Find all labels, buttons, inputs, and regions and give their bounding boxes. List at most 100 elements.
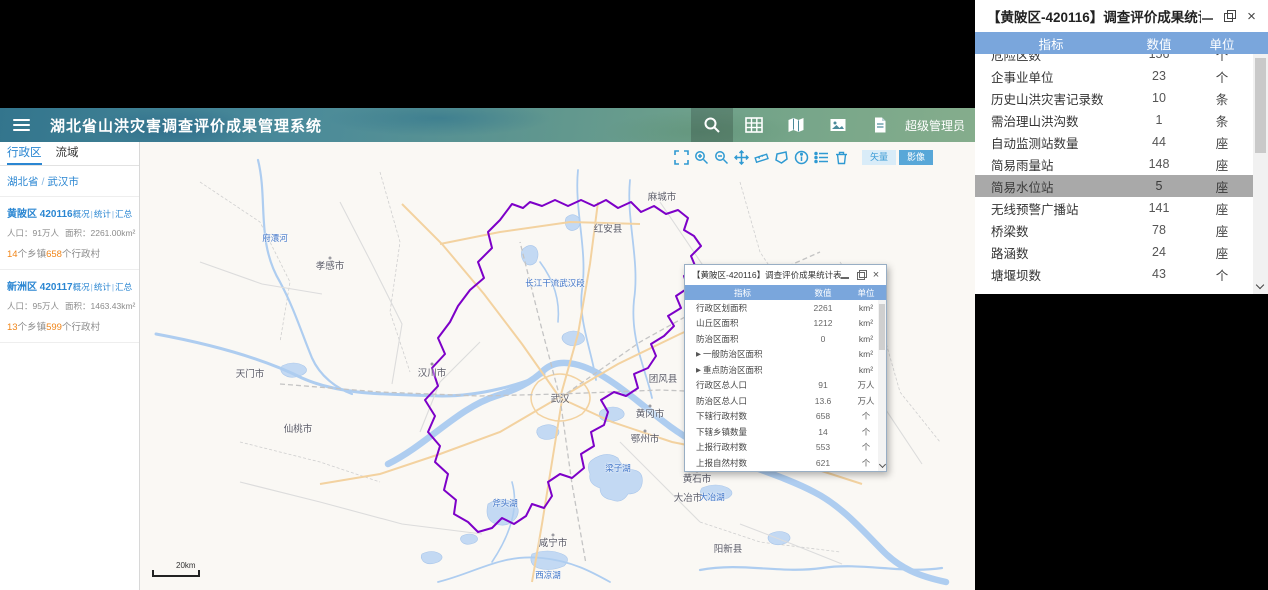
- identify-icon[interactable]: [793, 149, 810, 166]
- close-icon[interactable]: ×: [871, 269, 881, 280]
- table-row[interactable]: 上报行政村数 553 个: [685, 440, 886, 456]
- row-value: 24: [1152, 245, 1166, 259]
- minimize-icon[interactable]: [1201, 10, 1214, 23]
- row-value: 91: [818, 380, 828, 391]
- dialog-title: 【黄陂区-420116】调查评价成果统计表: [692, 270, 841, 280]
- breadcrumb-separator: /: [41, 176, 45, 188]
- dialog-titlebar[interactable]: 【黄陂区-420116】调查评价成果统计表 ×: [685, 265, 886, 285]
- panel-scrollbar[interactable]: [1253, 54, 1268, 294]
- row-label: 简易雨量站: [991, 158, 1054, 173]
- sidebar-tab[interactable]: 行政区: [7, 142, 42, 165]
- table-row[interactable]: 上报自然村数 621 个: [685, 455, 886, 471]
- table-row[interactable]: 危险区数 156 个: [975, 54, 1253, 65]
- row-label: 需治理山洪沟数: [991, 114, 1079, 129]
- breadcrumb-city-link[interactable]: 武汉市: [47, 176, 79, 188]
- row-value: 10: [1152, 91, 1166, 105]
- dialog-scrollbar[interactable]: [878, 300, 887, 471]
- link-separator: |: [111, 282, 115, 292]
- sidebar-tab[interactable]: 流域: [56, 142, 79, 165]
- header-toolbar: 超级管理员: [690, 108, 975, 142]
- column-unit: 单位: [857, 287, 875, 298]
- panel-title: 【黄陂区-420116】调查评价成果统计表: [987, 10, 1201, 25]
- table-row[interactable]: ▶ 一般防治区面积 km²: [685, 347, 886, 363]
- measure-icon[interactable]: [753, 149, 770, 166]
- table-row[interactable]: 企事业单位 23 个: [975, 65, 1253, 87]
- row-label: 山丘区面积: [696, 318, 739, 329]
- table-row[interactable]: 下辖乡镇数量 14 个: [685, 424, 886, 440]
- restore-icon[interactable]: [1223, 9, 1236, 23]
- table-row[interactable]: 简易水位站 5 座: [975, 175, 1253, 197]
- scroll-down-icon[interactable]: [878, 460, 887, 468]
- district-links: 概况|统计|汇总: [73, 281, 132, 293]
- map-icon[interactable]: [775, 108, 817, 142]
- district-name-link[interactable]: 黄陂区 420116: [7, 205, 73, 220]
- legend-icon[interactable]: [813, 149, 830, 166]
- table-icon[interactable]: [733, 108, 775, 142]
- expand-arrow-icon[interactable]: ▶: [685, 366, 701, 374]
- panel-titlebar[interactable]: 【黄陂区-420116】调查评价成果统计表 ×: [975, 0, 1268, 32]
- row-unit: 座: [1215, 136, 1229, 151]
- district-statistics-link[interactable]: 统计: [94, 282, 111, 292]
- table-row[interactable]: 防治区面积 0 km²: [685, 331, 886, 347]
- scroll-down-icon[interactable]: [1255, 280, 1265, 290]
- map-city-label: 黄石市: [682, 474, 712, 485]
- scrollbar-thumb[interactable]: [879, 304, 885, 350]
- polygon-select-icon[interactable]: [773, 149, 790, 166]
- table-row[interactable]: 行政区划面积 2261 km²: [685, 300, 886, 316]
- table-row[interactable]: 历史山洪灾害记录数 10 条: [975, 87, 1253, 109]
- sidebar-tabs: 行政区 流域: [0, 142, 139, 166]
- full-extent-icon[interactable]: [673, 149, 690, 166]
- map-water-label: 长江干流武汉段: [525, 278, 585, 288]
- user-name[interactable]: 超级管理员: [905, 117, 965, 134]
- district-overview-link[interactable]: 概况: [73, 282, 90, 292]
- district-statistics-link[interactable]: 统计: [94, 209, 111, 219]
- zoom-out-icon[interactable]: [713, 149, 730, 166]
- menu-icon[interactable]: [13, 116, 30, 134]
- table-row[interactable]: 简易雨量站 148 座: [975, 153, 1253, 175]
- table-row[interactable]: 需治理山洪沟数 1 条: [975, 109, 1253, 131]
- map-city-label: 大冶市: [673, 493, 703, 504]
- app-header: 湖北省山洪灾害调查评价成果管理系统 超级管理员: [0, 108, 975, 142]
- district-summary-link[interactable]: 汇总: [115, 209, 132, 219]
- table-row[interactable]: ▶ 重点防治区面积 km²: [685, 362, 886, 378]
- district-towns: 13个乡镇599个行政村: [7, 322, 100, 333]
- table-row[interactable]: 防治区总人口 13.6 万人: [685, 393, 886, 409]
- breadcrumb-province-link[interactable]: 湖北省: [7, 176, 39, 188]
- table-row[interactable]: 行政区总人口 91 万人: [685, 378, 886, 394]
- table-row[interactable]: 无线预警广播站 141 座: [975, 197, 1253, 219]
- row-value: 78: [1152, 223, 1166, 237]
- image-icon[interactable]: [817, 108, 859, 142]
- map-city-label: 咸宁市: [538, 538, 568, 549]
- table-row[interactable]: 下辖行政村数 658 个: [685, 409, 886, 425]
- table-row[interactable]: 自动监测站数量 44 座: [975, 131, 1253, 153]
- table-row[interactable]: 山丘区面积 1212 km²: [685, 316, 886, 332]
- table-row[interactable]: 桥梁数 78 座: [975, 219, 1253, 241]
- row-value: 13.6: [814, 395, 832, 406]
- basemap-button[interactable]: 矢量: [861, 150, 896, 165]
- row-label: 重点防治区面积: [703, 364, 763, 375]
- map-canvas[interactable]: 孝感市 汉川市 天门市 仙桃市 武汉 红安县 麻城市 团风县 黄冈市 鄂州市 黄石市 大冶市 咸宁市 阳新…: [140, 142, 975, 590]
- table-row[interactable]: 塘堰坝数 43 个: [975, 263, 1253, 285]
- row-value: 1: [1155, 113, 1163, 127]
- column-indicator: 指标: [733, 287, 751, 298]
- search-icon[interactable]: [690, 108, 733, 142]
- zoom-in-icon[interactable]: [693, 149, 710, 166]
- district-name-link[interactable]: 新洲区 420117: [7, 278, 73, 293]
- row-label: 上报自然村数: [696, 457, 748, 468]
- row-value: 621: [815, 457, 831, 468]
- row-unit: 个: [1215, 268, 1229, 283]
- map-city-label: 仙桃市: [283, 424, 313, 435]
- basemap-button[interactable]: 影像: [898, 150, 933, 165]
- close-icon[interactable]: ×: [1245, 9, 1258, 24]
- pan-icon[interactable]: [733, 149, 750, 166]
- district-overview-link[interactable]: 概况: [73, 209, 90, 219]
- trash-icon[interactable]: [833, 149, 850, 166]
- scrollbar-thumb[interactable]: [1255, 58, 1266, 153]
- restore-icon[interactable]: [856, 269, 867, 280]
- row-label: 下辖行政村数: [696, 411, 748, 422]
- minimize-icon[interactable]: [841, 271, 850, 280]
- expand-arrow-icon[interactable]: ▶: [685, 350, 701, 358]
- table-row[interactable]: 路涵数 24 座: [975, 241, 1253, 263]
- district-summary-link[interactable]: 汇总: [115, 282, 132, 292]
- report-icon[interactable]: [859, 108, 901, 142]
